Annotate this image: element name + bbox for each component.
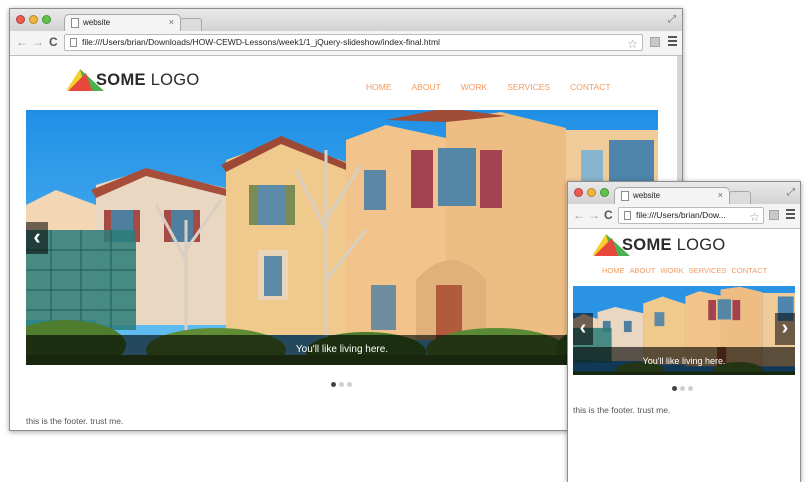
browser-toolbar: ← → C file:///Users/brian/Downloads/HOW-… [10, 31, 682, 56]
page-content: SOME LOGO HOME ABOUT WORK SERVICES CONTA… [568, 229, 800, 482]
nav-about[interactable]: ABOUT [412, 82, 441, 92]
zoom-window-button[interactable] [600, 188, 609, 197]
address-bar[interactable]: file:///Users/brian/Dow... ☆ [618, 207, 764, 224]
logo-bold-text: SOME [96, 71, 146, 89]
close-window-button[interactable] [574, 188, 583, 197]
mobile-browser-window: website × ⤢ ← → C file:///Users/brian/Do… [567, 181, 801, 482]
file-icon [70, 38, 77, 47]
slider-dot[interactable] [331, 382, 336, 387]
slider-next-button[interactable]: › [775, 313, 795, 345]
reload-button[interactable]: C [604, 209, 613, 221]
site-logo[interactable]: SOME LOGO [590, 232, 725, 260]
nav-work[interactable]: WORK [660, 266, 683, 275]
url-text: file:///Users/brian/Dow... [636, 210, 726, 220]
main-nav: HOME ABOUT WORK SERVICES CONTACT [602, 266, 767, 275]
slider-dot[interactable] [680, 386, 685, 391]
footer-text: this is the footer. trust me. [573, 405, 671, 415]
logo-light-text: LOGO [150, 71, 200, 89]
nav-about[interactable]: ABOUT [630, 266, 656, 275]
forward-button[interactable]: → [32, 36, 44, 48]
slider-prev-button[interactable]: ‹ [573, 313, 593, 345]
nav-contact[interactable]: CONTACT [731, 266, 767, 275]
browser-tab[interactable]: website × [64, 14, 181, 32]
nav-home[interactable]: HOME [602, 266, 625, 275]
new-tab-button[interactable] [180, 18, 202, 31]
slider-dot[interactable] [688, 386, 693, 391]
slider-dot[interactable] [672, 386, 677, 391]
image-slider: ‹ › You'll like living here. [573, 286, 795, 375]
back-button[interactable]: ← [573, 209, 585, 221]
logo-bold-text: SOME [622, 236, 672, 254]
url-text: file:///Users/brian/Downloads/HOW-CEWD-L… [82, 37, 440, 47]
new-tab-button[interactable] [729, 191, 751, 204]
slider-pagination [331, 382, 352, 387]
page-icon [621, 191, 629, 201]
nav-services[interactable]: SERVICES [689, 266, 727, 275]
minimize-window-button[interactable] [29, 15, 38, 24]
nav-home[interactable]: HOME [366, 82, 392, 92]
file-icon [624, 211, 631, 220]
extension-icon[interactable] [769, 210, 779, 220]
tab-close-icon[interactable]: × [169, 17, 174, 27]
slider-dot[interactable] [339, 382, 344, 387]
page-icon [71, 18, 79, 28]
logo-light-text: LOGO [676, 236, 726, 254]
bookmark-star-icon[interactable]: ☆ [749, 210, 760, 223]
slider-pagination [672, 386, 693, 391]
bookmark-star-icon[interactable]: ☆ [627, 37, 638, 50]
zoom-window-button[interactable] [42, 15, 51, 24]
slide-caption: You'll like living here. [26, 335, 658, 365]
main-nav: HOME ABOUT WORK SERVICES CONTACT [366, 82, 611, 92]
image-slider: ‹ You'll like living here. [26, 110, 658, 365]
slide-caption: You'll like living here. [573, 347, 795, 375]
browser-tab[interactable]: website × [614, 187, 730, 205]
tab-title: website [633, 191, 661, 200]
menu-icon[interactable] [668, 36, 677, 48]
slide-photo [26, 110, 658, 365]
window-controls [16, 15, 51, 24]
slider-prev-button[interactable]: ‹ [26, 222, 48, 254]
back-button[interactable]: ← [16, 36, 28, 48]
menu-icon[interactable] [786, 209, 795, 221]
title-bar: website × ⤢ [568, 182, 800, 205]
footer-text: this is the footer. trust me. [26, 416, 124, 426]
slider-dot[interactable] [347, 382, 352, 387]
tab-close-icon[interactable]: × [718, 190, 723, 200]
fullscreen-icon[interactable]: ⤢ [668, 14, 676, 25]
nav-work[interactable]: WORK [461, 82, 487, 92]
window-controls [574, 188, 609, 197]
reload-button[interactable]: C [49, 36, 58, 48]
site-logo[interactable]: SOME LOGO [64, 67, 199, 95]
nav-services[interactable]: SERVICES [507, 82, 550, 92]
address-bar[interactable]: file:///Users/brian/Downloads/HOW-CEWD-L… [64, 34, 643, 51]
fullscreen-icon[interactable]: ⤢ [787, 187, 795, 198]
extension-icon[interactable] [650, 37, 660, 47]
nav-contact[interactable]: CONTACT [570, 82, 610, 92]
logo-text: SOME LOGO [96, 71, 200, 90]
logo-text: SOME LOGO [622, 236, 726, 255]
browser-toolbar: ← → C file:///Users/brian/Dow... ☆ [568, 204, 800, 229]
close-window-button[interactable] [16, 15, 25, 24]
tab-title: website [83, 18, 111, 27]
minimize-window-button[interactable] [587, 188, 596, 197]
title-bar: website × ⤢ [10, 9, 682, 32]
forward-button[interactable]: → [588, 209, 600, 221]
